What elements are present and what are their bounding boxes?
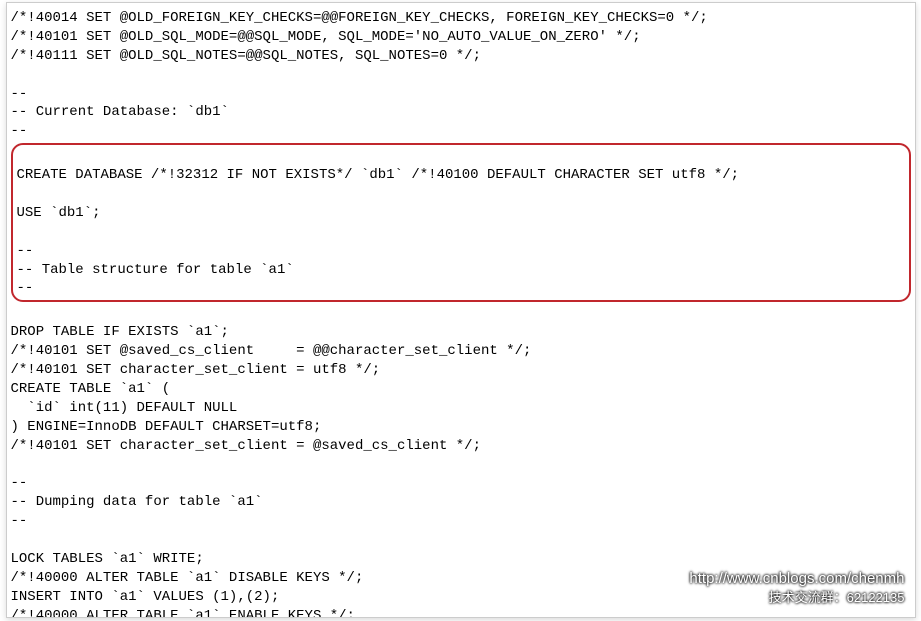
code-line: --	[17, 242, 905, 261]
code-line: /*!40101 SET character_set_client = utf8…	[11, 361, 911, 380]
code-line: --	[11, 122, 911, 141]
code-line: CREATE TABLE `a1` (	[11, 380, 911, 399]
code-line: DROP TABLE IF EXISTS `a1`;	[11, 323, 911, 342]
code-line	[11, 455, 911, 474]
code-line: INSERT INTO `a1` VALUES (1),(2);	[11, 588, 911, 607]
code-line: /*!40101 SET @OLD_SQL_MODE=@@SQL_MODE, S…	[11, 28, 911, 47]
code-line	[11, 531, 911, 550]
code-line: USE `db1`;	[17, 204, 905, 223]
code-line: -- Table structure for table `a1`	[17, 261, 905, 280]
code-line: `id` int(11) DEFAULT NULL	[11, 399, 911, 418]
code-line: /*!40000 ALTER TABLE `a1` ENABLE KEYS */…	[11, 607, 911, 618]
code-line: CREATE DATABASE /*!32312 IF NOT EXISTS*/…	[17, 166, 905, 185]
code-line: ) ENGINE=InnoDB DEFAULT CHARSET=utf8;	[11, 418, 911, 437]
code-block-bottom: DROP TABLE IF EXISTS `a1`; /*!40101 SET …	[11, 304, 911, 618]
code-line: /*!40101 SET character_set_client = @sav…	[11, 437, 911, 456]
code-block-top: /*!40014 SET @OLD_FOREIGN_KEY_CHECKS=@@F…	[11, 9, 911, 141]
code-line: --	[17, 279, 905, 298]
code-document: /*!40014 SET @OLD_FOREIGN_KEY_CHECKS=@@F…	[6, 2, 916, 618]
code-line	[17, 185, 905, 204]
code-line: /*!40101 SET @saved_cs_client = @@charac…	[11, 342, 911, 361]
code-line: /*!40014 SET @OLD_FOREIGN_KEY_CHECKS=@@F…	[11, 9, 911, 28]
code-line	[17, 147, 905, 166]
code-line: /*!40000 ALTER TABLE `a1` DISABLE KEYS *…	[11, 569, 911, 588]
code-line	[11, 304, 911, 323]
code-line: -- Dumping data for table `a1`	[11, 493, 911, 512]
code-line: LOCK TABLES `a1` WRITE;	[11, 550, 911, 569]
code-line	[11, 66, 911, 85]
highlight-box: CREATE DATABASE /*!32312 IF NOT EXISTS*/…	[11, 143, 911, 302]
code-line: --	[11, 85, 911, 104]
code-line: --	[11, 512, 911, 531]
code-line: -- Current Database: `db1`	[11, 103, 911, 122]
code-line: --	[11, 474, 911, 493]
code-line: /*!40111 SET @OLD_SQL_NOTES=@@SQL_NOTES,…	[11, 47, 911, 66]
code-line	[17, 223, 905, 242]
